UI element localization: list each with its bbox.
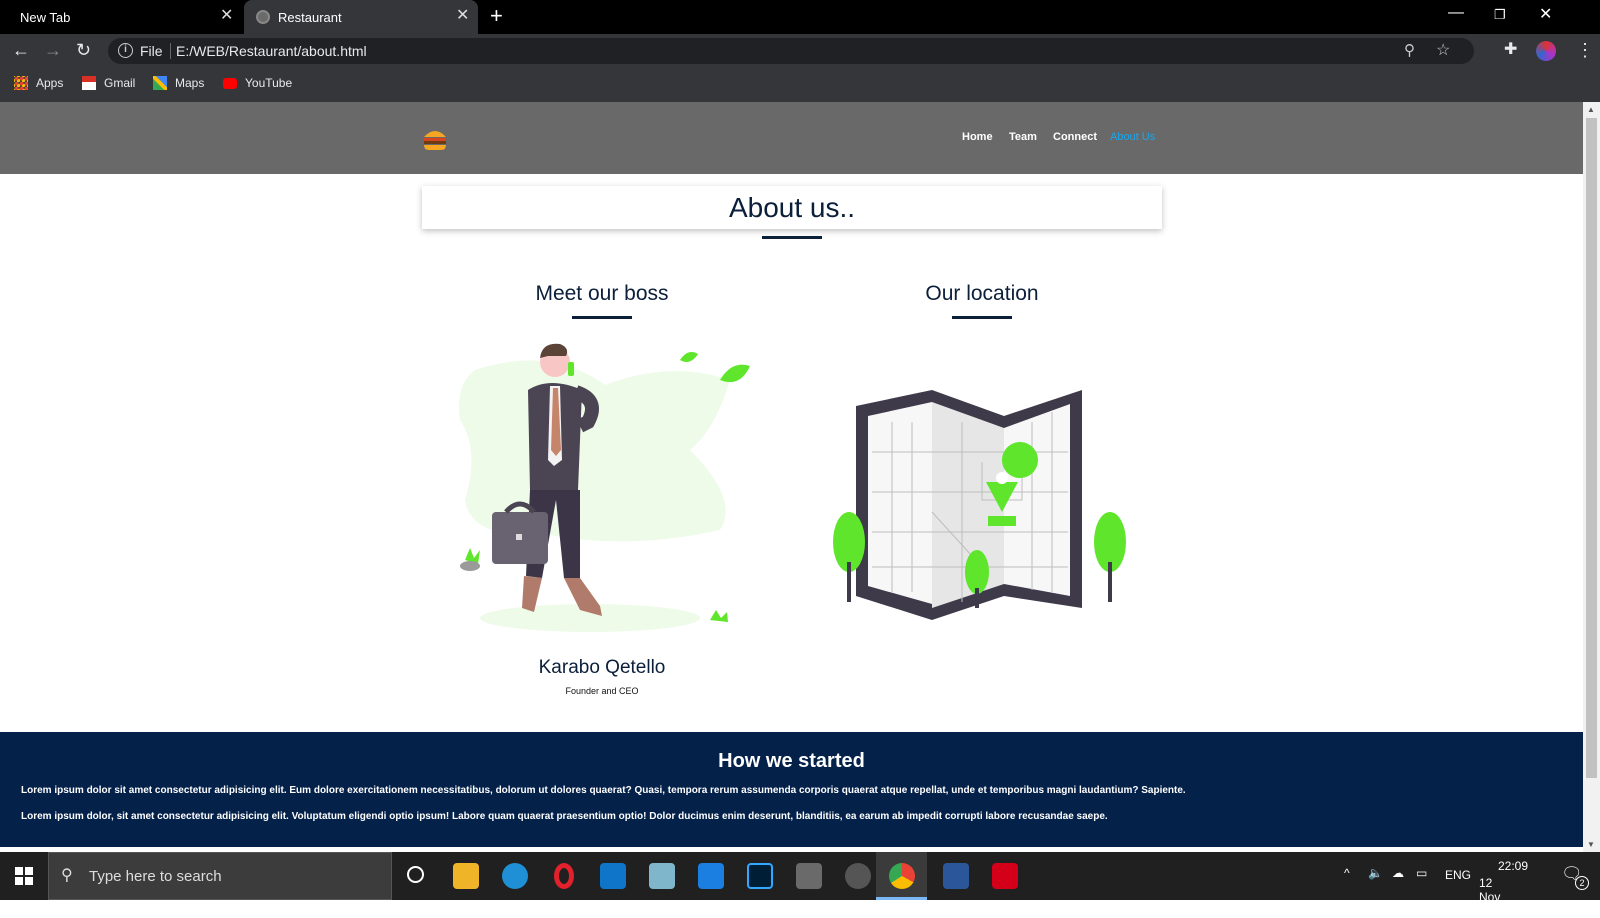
map-location-illustration (833, 390, 1126, 620)
windows-start-icon[interactable] (15, 867, 33, 885)
close-tab-icon[interactable]: ✕ (220, 7, 233, 25)
story-title: How we started (718, 750, 865, 772)
how-we-started-section: How we started Lorem ipsum dolor sit ame… (0, 732, 1583, 847)
browser-toolbar: ← → ↻ i File E:/WEB/Restaurant/about.htm… (0, 34, 1600, 68)
burger-logo-icon[interactable] (421, 124, 449, 152)
clock-date[interactable]: 12 Nov 2020 (1479, 876, 1506, 918)
story-paragraph-2: Lorem ipsum dolor, sit amet consectetur … (21, 811, 1108, 822)
language-indicator[interactable]: ENG (1445, 868, 1471, 882)
scrollbar-thumb[interactable] (1586, 118, 1597, 778)
extensions-icon[interactable]: ✚ (1504, 40, 1517, 60)
divider (170, 43, 171, 59)
tab-restaurant[interactable]: Restaurant ✕ (244, 0, 478, 34)
file-explorer-icon[interactable] (453, 863, 479, 889)
location-underline (952, 316, 1012, 319)
globe-icon (256, 10, 270, 24)
site-navbar: Home Team Connect About Us (0, 102, 1583, 174)
menu-icon[interactable]: ⋮ (1576, 40, 1594, 60)
star-icon[interactable]: ☆ (1436, 40, 1450, 60)
address-bar[interactable]: i File E:/WEB/Restaurant/about.html ⚲ ☆ (108, 38, 1474, 64)
nav-home[interactable]: Home (962, 131, 993, 143)
boss-section-title: Meet our boss (535, 282, 669, 305)
apps-grid-icon (14, 76, 28, 90)
nav-team[interactable]: Team (1009, 131, 1037, 143)
volume-muted-icon[interactable]: 🔈 (1368, 866, 1383, 880)
close-window-icon[interactable]: ✕ (1539, 4, 1552, 24)
chrome-icon[interactable] (889, 863, 915, 889)
location-section-title: Our location (925, 282, 1039, 305)
tab-title: New Tab (20, 10, 71, 25)
word-icon[interactable] (943, 863, 969, 889)
bookmark-label: Apps (36, 76, 64, 90)
back-icon[interactable]: ← (12, 40, 30, 60)
close-tab-icon[interactable]: ✕ (456, 7, 469, 25)
page-scrollbar[interactable]: ▲ ▼ (1583, 102, 1600, 852)
youtube-icon (223, 77, 237, 89)
media-player-icon[interactable] (845, 863, 871, 889)
anydesk-icon[interactable] (992, 863, 1018, 889)
story-paragraph-1: Lorem ipsum dolor sit amet consectetur a… (21, 785, 1186, 796)
notepad-icon[interactable] (649, 863, 675, 889)
page-title-card: About us.. (422, 186, 1162, 229)
bookmark-label: YouTube (245, 76, 293, 90)
clock-time[interactable]: 22:09 (1498, 859, 1528, 873)
tab-title: Restaurant (278, 10, 342, 25)
taskbar-search-box[interactable]: ⚲ Type here to search (48, 852, 392, 900)
boss-name: Karabo Qetello (538, 657, 666, 678)
todo-icon[interactable] (698, 863, 724, 889)
nav-about-us[interactable]: About Us (1110, 131, 1155, 143)
scroll-down-icon[interactable]: ▼ (1587, 840, 1595, 849)
reload-icon[interactable]: ↻ (76, 40, 91, 60)
bookmarks-bar: Apps Gmail Maps YouTube (0, 68, 1600, 102)
boss-underline (572, 316, 632, 319)
gmail-icon (82, 76, 96, 90)
app-icon[interactable] (796, 863, 822, 889)
network-icon[interactable]: ▭ (1416, 866, 1427, 880)
photoshop-icon[interactable] (747, 863, 773, 889)
page-title: About us.. (728, 192, 856, 223)
browser-tab-strip: New Tab ✕ Restaurant ✕ + — ❐ ✕ (0, 0, 1600, 34)
scroll-up-icon[interactable]: ▲ (1587, 105, 1595, 114)
search-icon: ⚲ (61, 867, 73, 884)
onedrive-icon[interactable]: ☁ (1392, 866, 1404, 880)
maps-icon (153, 76, 167, 90)
search-placeholder: Type here to search (89, 868, 222, 885)
page-viewport: Home Team Connect About Us About us.. Me… (0, 102, 1583, 852)
cortana-icon[interactable] (407, 866, 424, 883)
notification-count: 2 (1575, 876, 1589, 890)
url-text[interactable]: E:/WEB/Restaurant/about.html (176, 43, 367, 59)
bookmark-gmail[interactable]: Gmail (82, 76, 135, 90)
bookmark-youtube[interactable]: YouTube (223, 76, 292, 90)
minimize-icon[interactable]: — (1448, 4, 1464, 22)
scheme-label: File (140, 43, 163, 59)
chevron-up-icon[interactable]: ^ (1344, 866, 1350, 880)
restore-icon[interactable]: ❐ (1494, 7, 1506, 23)
businessman-illustration (459, 343, 750, 632)
nav-connect[interactable]: Connect (1053, 131, 1097, 143)
new-tab-icon[interactable]: + (490, 5, 503, 27)
bookmark-label: Gmail (104, 76, 136, 90)
tab-new-tab[interactable]: New Tab ✕ (0, 0, 242, 34)
bookmark-label: Maps (175, 76, 205, 90)
title-underline (762, 236, 822, 239)
profile-avatar[interactable] (1536, 41, 1556, 61)
edge-icon[interactable] (502, 863, 528, 889)
boss-role: Founder and CEO (565, 686, 639, 696)
zoom-icon[interactable]: ⚲ (1404, 41, 1415, 59)
bookmark-maps[interactable]: Maps (153, 76, 204, 90)
forward-icon[interactable]: → (44, 40, 62, 60)
vscode-icon[interactable] (600, 863, 626, 889)
opera-icon[interactable] (554, 863, 574, 889)
windows-taskbar: ⚲ Type here to search ^ 🔈 ☁ ▭ ENG 22:09 … (0, 852, 1600, 918)
info-icon[interactable]: i (118, 43, 133, 58)
bookmark-apps[interactable]: Apps (14, 76, 63, 90)
